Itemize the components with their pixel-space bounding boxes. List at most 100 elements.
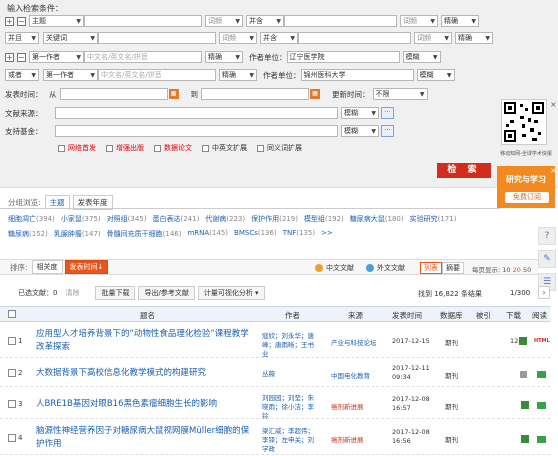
html-read-icon[interactable]: HTML [534, 338, 550, 344]
visual-analysis-button[interactable]: 计量可视化分析 ▾ [197, 286, 265, 300]
topic-link[interactable]: 小家鼠(375) [61, 214, 101, 224]
result-source[interactable]: 产业与科技论坛 [331, 337, 377, 347]
clear-link[interactable]: 清除 [65, 288, 79, 298]
keyword-input-1b[interactable] [284, 15, 397, 27]
author-input-2[interactable]: 中文名/英文名/拼音 [98, 69, 216, 81]
match-select-1[interactable]: 精确 ▼ [441, 15, 479, 27]
result-title-link[interactable]: 大数据背景下高校信息化教学模式的构建研究 [36, 367, 256, 380]
freq-select-2b[interactable]: 词频 ▼ [414, 32, 452, 44]
add-row-icon[interactable]: + [5, 16, 14, 26]
topic-link[interactable]: BMSCs(136) [234, 229, 277, 239]
result-source[interactable]: 中国电化教育 [331, 370, 370, 380]
topic-link[interactable]: mRNA(145) [187, 229, 228, 239]
remove-row-icon[interactable]: − [17, 16, 26, 26]
result-source[interactable]: 癌剂新进展 [331, 434, 364, 444]
remove-author-icon[interactable]: − [17, 52, 26, 62]
topic-link[interactable]: 蛋白表达(241) [152, 214, 199, 224]
topic-link[interactable]: 糖尿病大鼠(180) [350, 214, 404, 224]
download-link[interactable] [520, 435, 529, 443]
source-more-button[interactable]: ··· [381, 107, 394, 119]
checkbox-synonym-expand[interactable]: 同义词扩展 [257, 143, 302, 153]
date-from-input[interactable] [59, 88, 168, 100]
result-authors[interactable]: 梁汇威；李超伟；李铎；左申关；刘学政 [262, 427, 314, 454]
topic-link[interactable]: TNF(135) [283, 229, 315, 239]
search-button[interactable]: 检 索 [437, 163, 491, 178]
topic-link[interactable]: 保护作用(219) [251, 214, 298, 224]
author-op-select-2[interactable]: 或者 ▼ [5, 69, 39, 81]
row-checkbox[interactable] [8, 434, 16, 442]
row-checkbox[interactable] [8, 369, 16, 377]
source-input[interactable] [55, 107, 338, 119]
fund-more-button[interactable]: ··· [381, 125, 394, 137]
close-icon[interactable]: × [550, 100, 557, 109]
logic-select-1[interactable]: 并含 ▼ [246, 15, 284, 27]
fund-match-select[interactable]: 模糊 ▼ [341, 125, 379, 137]
calendar-icon[interactable]: ▦ [168, 89, 179, 99]
keyword-input-1[interactable] [84, 15, 202, 27]
logic-select-2[interactable]: 并含 ▼ [260, 32, 298, 44]
update-time-select[interactable]: 不限 ▼ [372, 88, 428, 100]
promo-banner[interactable]: 研究与学习 免费订阅 [497, 166, 555, 208]
promo-subscribe-button[interactable]: 免费订阅 [505, 192, 549, 203]
read-icon[interactable] [537, 371, 546, 378]
author-match-1[interactable]: 精确 ▼ [205, 51, 243, 63]
lang-cn[interactable]: 中文文献 [315, 263, 354, 273]
author-input-1[interactable]: 中文名/英文名/拼音 [84, 51, 202, 63]
checkbox-data-paper[interactable]: 数据论文 [154, 143, 192, 153]
summary-view-button[interactable]: 摘要 [442, 262, 464, 274]
topic-link[interactable]: 实验研究(171) [410, 214, 457, 224]
checkbox-cn-en-expand[interactable]: 中英文扩展 [202, 143, 247, 153]
field-select-1[interactable]: 主题 ▼ [29, 15, 84, 27]
date-to-input[interactable] [201, 88, 309, 100]
row-checkbox[interactable] [8, 400, 16, 408]
close-icon[interactable]: × [550, 166, 557, 175]
author-field-select-2[interactable]: 第一作者 ▼ [43, 69, 98, 81]
keyword-input-2b[interactable] [298, 32, 411, 44]
author-match-2[interactable]: 精确 ▼ [219, 69, 257, 81]
read-icon[interactable] [537, 402, 546, 409]
topic-link[interactable]: 模型组(192) [304, 214, 344, 224]
checkbox-enhanced[interactable]: 增强出版 [106, 143, 144, 153]
perpage-10[interactable]: 10 [502, 266, 510, 274]
list-view-button[interactable]: 列表 [420, 262, 442, 274]
export-button[interactable]: 导出/参考文献 [138, 286, 195, 300]
unit-input-2[interactable]: 锦州医科大学 [300, 69, 414, 81]
topic-more-link[interactable]: >> [321, 229, 333, 239]
keyword-input-2[interactable] [98, 32, 216, 44]
fund-input[interactable] [55, 125, 338, 137]
field-select-2[interactable]: 关键词 ▼ [43, 32, 98, 44]
freq-select-1b[interactable]: 词频 ▼ [400, 15, 438, 27]
result-authors[interactable]: 丛薇 [262, 370, 314, 379]
result-title-link[interactable]: 脑源性神经营养因子对糖尿病大鼠视网膜Müller细胞的保护作用 [36, 425, 256, 451]
perpage-50[interactable]: 50 [523, 266, 531, 274]
source-match-select[interactable]: 模糊 ▼ [341, 107, 379, 119]
perpage-20[interactable]: 20 [513, 266, 521, 274]
freq-select-1[interactable]: 词频 ▼ [205, 15, 243, 27]
batch-download-button[interactable]: 批量下载 [95, 286, 136, 300]
topic-link[interactable]: 糖尿病(152) [8, 229, 48, 239]
read-icon[interactable] [537, 436, 546, 443]
result-title-link[interactable]: 人BRE1B基因对眼B16黑色素瘤细胞生长的影响 [36, 398, 256, 411]
row-checkbox[interactable] [8, 337, 16, 345]
author-field-select-1[interactable]: 第一作者 ▼ [29, 51, 84, 63]
topic-link[interactable]: 骨髓间充质干细胞(146) [107, 229, 182, 239]
result-title-link[interactable]: 应用型人才培养背景下的“动物性食品理化检验”课程教学改革探索 [36, 328, 256, 354]
result-authors[interactable]: 寇欣；刘永华；唐峰；唐雨晰；王书业 [262, 332, 314, 359]
calendar-icon[interactable]: ▦ [310, 89, 320, 99]
download-link[interactable]: 12 [510, 337, 528, 345]
lang-en[interactable]: 外文文献 [366, 263, 405, 273]
edit-icon[interactable]: ✎ [538, 250, 556, 268]
op-select-2[interactable]: 并且 ▼ [5, 32, 39, 44]
next-page-icon[interactable]: › [538, 286, 550, 299]
sort-relevance-button[interactable]: 相关度 [31, 260, 63, 274]
checkbox-online-first[interactable]: 网络首发 [58, 143, 96, 153]
add-author-icon[interactable]: + [5, 52, 14, 62]
result-source[interactable]: 癌剂新进展 [331, 401, 364, 411]
unit-match-2[interactable]: 模糊 ▼ [416, 69, 455, 81]
sort-date-button[interactable]: 发表时间↓ [64, 260, 109, 274]
topic-link[interactable]: 乳腺肿瘤(147) [54, 229, 101, 239]
topic-link[interactable]: 对照组(345) [107, 214, 147, 224]
topic-link[interactable]: 细胞凋亡(394) [8, 214, 55, 224]
help-icon[interactable]: ? [538, 227, 556, 245]
locked-download[interactable] [520, 371, 527, 378]
